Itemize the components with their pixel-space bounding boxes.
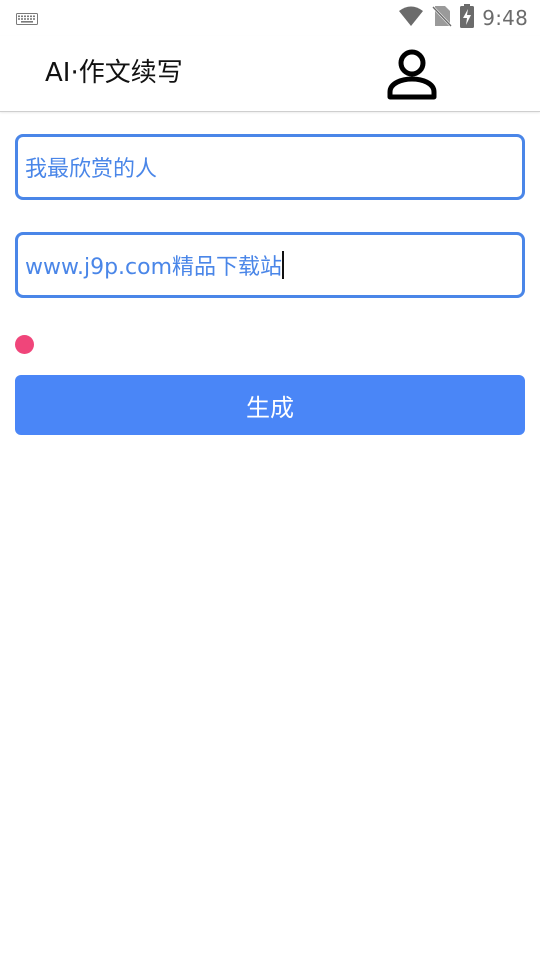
text-cursor [282,251,285,279]
status-dot [15,335,34,354]
topic-input[interactable] [25,154,522,180]
battery-charging-icon [460,4,475,32]
app-bar: AI·作文续写 [0,36,540,112]
content-input[interactable]: www.j9p.com精品下载站 [25,249,285,281]
topic-field[interactable] [15,134,525,200]
status-icons: 9:48 [398,4,528,32]
generate-button[interactable]: 生成 [15,375,525,435]
wifi-icon [398,5,424,31]
app-title: AI·作文续写 [45,58,183,88]
user-button[interactable] [384,46,440,102]
status-bar: 9:48 [0,0,540,36]
status-time: 9:48 [482,6,528,30]
user-icon [387,49,437,100]
keyboard-icon [16,10,38,29]
content-field[interactable]: www.j9p.com精品下载站 [15,232,525,298]
no-sim-icon [432,5,453,31]
content-input-text: www.j9p.com精品下载站 [25,255,283,280]
